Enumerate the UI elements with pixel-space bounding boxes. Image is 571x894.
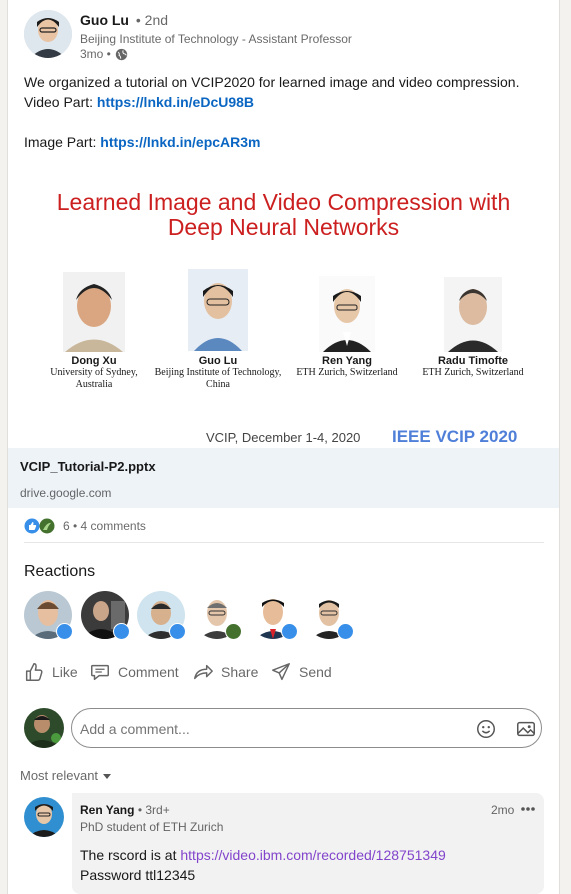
support-reaction-icon — [39, 518, 55, 534]
connection-degree: • 2nd — [135, 12, 169, 28]
presenter-photo-guo-lu — [188, 269, 248, 351]
like-badge-icon — [113, 623, 130, 640]
commenter-line: Ren Yang • 3rd+ — [80, 803, 170, 817]
presenter-photo-radu-timofte — [444, 277, 502, 352]
comment-link[interactable]: https://video.ibm.com/recorded/128751349 — [180, 847, 445, 863]
presenter-name-1: Dong Xu — [71, 355, 117, 367]
comment-bubble: Ren Yang • 3rd+ PhD student of ETH Zuric… — [72, 793, 544, 894]
presenter-photo-ren-yang — [319, 276, 375, 352]
comment-time: 2mo — [491, 803, 515, 817]
commenter-headline: PhD student of ETH Zurich — [80, 820, 224, 834]
image-icon[interactable] — [515, 718, 537, 740]
comment-icon — [91, 664, 109, 681]
like-badge-icon — [169, 623, 186, 640]
commenter-name[interactable]: Ren Yang — [80, 803, 134, 817]
like-label: Like — [52, 664, 78, 680]
post-time: 3mo • — [80, 47, 111, 61]
social-counts[interactable]: 6 • 4 comments — [24, 518, 146, 534]
slide-footer-date: VCIP, December 1-4, 2020 — [206, 430, 361, 445]
like-reaction-icon — [24, 518, 40, 534]
presenter-name-4: Radu Timofte — [437, 355, 509, 367]
sort-dropdown[interactable]: Most relevant — [20, 768, 112, 783]
slide-preview[interactable]: Learned Image and Video Compression with… — [8, 162, 559, 448]
comment-line1: The rscord is at https://video.ibm.com/r… — [80, 845, 446, 865]
current-user-avatar[interactable] — [24, 708, 64, 748]
share-button[interactable]: Share — [192, 661, 258, 683]
commenter-photo — [24, 797, 64, 837]
post-text: We organized a tutorial on VCIP2020 for … — [24, 72, 544, 152]
slide-footer-brand: IEEE VCIP 2020 — [392, 427, 518, 446]
attachment-filename[interactable]: VCIP_Tutorial-P2.pptx — [20, 459, 156, 474]
send-icon — [272, 663, 290, 681]
comment-button[interactable]: Comment — [89, 661, 179, 683]
divider — [24, 542, 544, 543]
post-time-line: 3mo • — [80, 47, 128, 61]
comment-input[interactable] — [78, 717, 462, 741]
reactor-avatar-2[interactable] — [81, 591, 130, 640]
author-avatar[interactable] — [24, 10, 72, 58]
reactor-avatar-3[interactable] — [137, 591, 186, 640]
reactions-title: Reactions — [24, 563, 96, 580]
post-card: Guo Lu • 2nd Beijing Institute of Techno… — [7, 0, 560, 894]
comment-line1-prefix: The rscord is at — [80, 847, 181, 863]
like-badge-icon — [281, 623, 298, 640]
comment-label: Comment — [118, 664, 179, 680]
like-button[interactable]: Like — [23, 661, 78, 683]
presenter-aff-2: Beijing Institute of Technology, China — [154, 367, 282, 390]
image-link[interactable]: https://lnkd.in/epcAR3m — [100, 134, 260, 150]
presenter-aff-4: ETH Zurich, Switzerland — [422, 367, 524, 378]
emoji-icon[interactable] — [475, 718, 497, 740]
post-image-line: Image Part: https://lnkd.in/epcAR3m — [24, 132, 544, 152]
like-badge-icon — [56, 623, 73, 640]
comment-input-box[interactable] — [71, 708, 542, 748]
presenter-photo-dong-xu — [63, 272, 125, 352]
comment-line2: Password ttl12345 — [80, 867, 196, 883]
share-label: Share — [221, 664, 259, 680]
author-name[interactable]: Guo Lu — [80, 12, 129, 28]
author-line: Guo Lu • 2nd — [80, 12, 168, 28]
attachment-card[interactable]: VCIP_Tutorial-P2.pptx drive.google.com — [8, 448, 559, 508]
thumbs-up-icon — [25, 663, 43, 681]
reactor-avatar-1[interactable] — [24, 591, 73, 640]
globe-icon — [115, 48, 128, 60]
video-label: Video Part: — [24, 94, 97, 110]
support-badge-icon — [225, 623, 242, 640]
sort-label: Most relevant — [20, 768, 99, 783]
reactions-comments-count[interactable]: 6 • 4 comments — [63, 519, 146, 533]
reactor-avatar-4[interactable] — [193, 591, 242, 640]
comment-body: The rscord is at https://video.ibm.com/r… — [80, 845, 446, 885]
commenter-avatar[interactable] — [24, 797, 64, 837]
presenter-name-3: Ren Yang — [322, 355, 372, 367]
author-headline: Beijing Institute of Technology - Assist… — [80, 32, 352, 46]
reactor-avatar-5[interactable] — [249, 591, 298, 640]
presenter-aff-3: ETH Zurich, Switzerland — [296, 367, 398, 378]
commenter-degree: • 3rd+ — [137, 803, 170, 817]
send-button[interactable]: Send — [270, 661, 332, 683]
share-icon — [194, 664, 213, 680]
post-video-line: Video Part: https://lnkd.in/eDcU98B — [24, 92, 544, 112]
reactor-avatar-6[interactable] — [305, 591, 354, 640]
current-user-photo — [24, 708, 64, 748]
video-link[interactable]: https://lnkd.in/eDcU98B — [97, 94, 254, 110]
like-badge-icon — [337, 623, 354, 640]
image-label: Image Part: — [24, 134, 101, 150]
presenter-aff-1: University of Sydney, Australia — [50, 367, 138, 390]
attachment-domain: drive.google.com — [20, 486, 112, 500]
slide-title-line1: Learned Image and Video Compression with — [56, 189, 511, 215]
slide-title-line2: Deep Neural Networks — [167, 214, 400, 240]
presenter-name-2: Guo Lu — [198, 355, 238, 367]
send-label: Send — [299, 664, 332, 680]
author-avatar-photo — [24, 10, 72, 58]
post-text-line1: We organized a tutorial on VCIP2020 for … — [24, 74, 520, 90]
caret-down-icon — [103, 773, 112, 779]
more-options-icon[interactable] — [520, 806, 536, 812]
